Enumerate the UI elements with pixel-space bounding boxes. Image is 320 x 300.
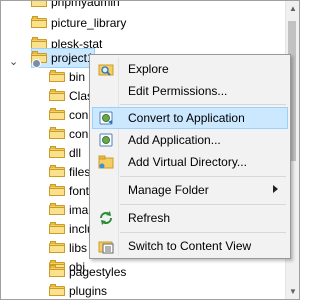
refresh-icon bbox=[100, 211, 112, 225]
folder-icon bbox=[49, 127, 65, 139]
tree-item-label: phpmyadmin bbox=[51, 0, 120, 9]
add-app-icon bbox=[99, 133, 113, 147]
tree-item-label: bin bbox=[69, 70, 86, 84]
folder-icon bbox=[49, 241, 65, 253]
folder-icon bbox=[49, 265, 65, 277]
add-vdir-icon bbox=[98, 155, 114, 169]
explore-icon bbox=[98, 64, 114, 76]
folder-icon bbox=[49, 184, 65, 196]
folder-icon bbox=[49, 70, 65, 82]
folder-icon bbox=[49, 108, 65, 120]
menu-item-manage-folder[interactable]: Manage Folder bbox=[92, 179, 288, 201]
menu-item-label: Manage Folder bbox=[128, 183, 209, 197]
menu-separator bbox=[120, 104, 286, 105]
menu-item-edit-permissions[interactable]: Edit Permissions... bbox=[92, 80, 288, 102]
menu-separator bbox=[120, 176, 286, 177]
menu-item-add-application[interactable]: Add Application... bbox=[92, 129, 288, 151]
menu-separator bbox=[120, 232, 286, 233]
tree-item-label: plugins bbox=[69, 284, 108, 298]
folder-icon bbox=[49, 284, 65, 296]
scroll-up-arrow-icon[interactable]: ▲ bbox=[289, 4, 297, 13]
tree-item-label: con bbox=[69, 108, 89, 122]
menu-item-convert-to-application[interactable]: Convert to Application bbox=[92, 107, 288, 129]
folder-icon bbox=[31, 16, 47, 28]
tree-item-label: con bbox=[69, 127, 89, 141]
submenu-arrow-icon bbox=[273, 185, 278, 193]
menu-item-refresh[interactable]: Refresh bbox=[92, 207, 288, 229]
tree-item-label: project1 bbox=[51, 51, 94, 65]
convert-app-icon bbox=[99, 111, 113, 125]
menu-item-switch-to-content-view[interactable]: Switch to Content View bbox=[92, 235, 288, 257]
folder-icon bbox=[49, 165, 65, 177]
tree-item-label: pagestyles bbox=[69, 265, 127, 279]
scroll-down-arrow-icon[interactable]: ▼ bbox=[289, 287, 297, 296]
folder-icon bbox=[49, 89, 65, 101]
iis-tree-window: phpmyadmin picture_library plesk-stat ⌄ … bbox=[0, 0, 300, 300]
web-application-folder-icon bbox=[31, 51, 47, 68]
menu-item-label: Switch to Content View bbox=[128, 239, 252, 253]
tree-item-label: files bbox=[69, 165, 91, 179]
tree-item-label: picture_library bbox=[51, 16, 127, 30]
menu-item-label: Refresh bbox=[128, 211, 171, 225]
menu-item-label: Convert to Application bbox=[128, 111, 245, 125]
menu-item-label: Explore bbox=[128, 62, 169, 76]
folder-icon bbox=[49, 203, 65, 215]
tree-item-label: ima bbox=[69, 203, 89, 217]
content-view-icon bbox=[98, 241, 114, 254]
context-menu: Explore Edit Permissions... Convert to A… bbox=[89, 54, 291, 259]
menu-item-label: Edit Permissions... bbox=[128, 84, 228, 98]
tree-item-label: dll bbox=[69, 146, 82, 160]
menu-separator bbox=[120, 204, 286, 205]
menu-item-label: Add Virtual Directory... bbox=[128, 155, 247, 169]
folder-icon bbox=[49, 222, 65, 234]
tree-item-label: libs bbox=[69, 241, 88, 255]
folder-icon bbox=[31, 1, 47, 7]
menu-item-label: Add Application... bbox=[128, 133, 221, 147]
tree-item-label: font bbox=[69, 184, 90, 198]
menu-item-explore[interactable]: Explore bbox=[92, 58, 288, 80]
chevron-down-icon[interactable]: ⌄ bbox=[9, 55, 18, 68]
folder-icon bbox=[49, 146, 65, 158]
menu-item-add-virtual-directory[interactable]: Add Virtual Directory... bbox=[92, 151, 288, 173]
